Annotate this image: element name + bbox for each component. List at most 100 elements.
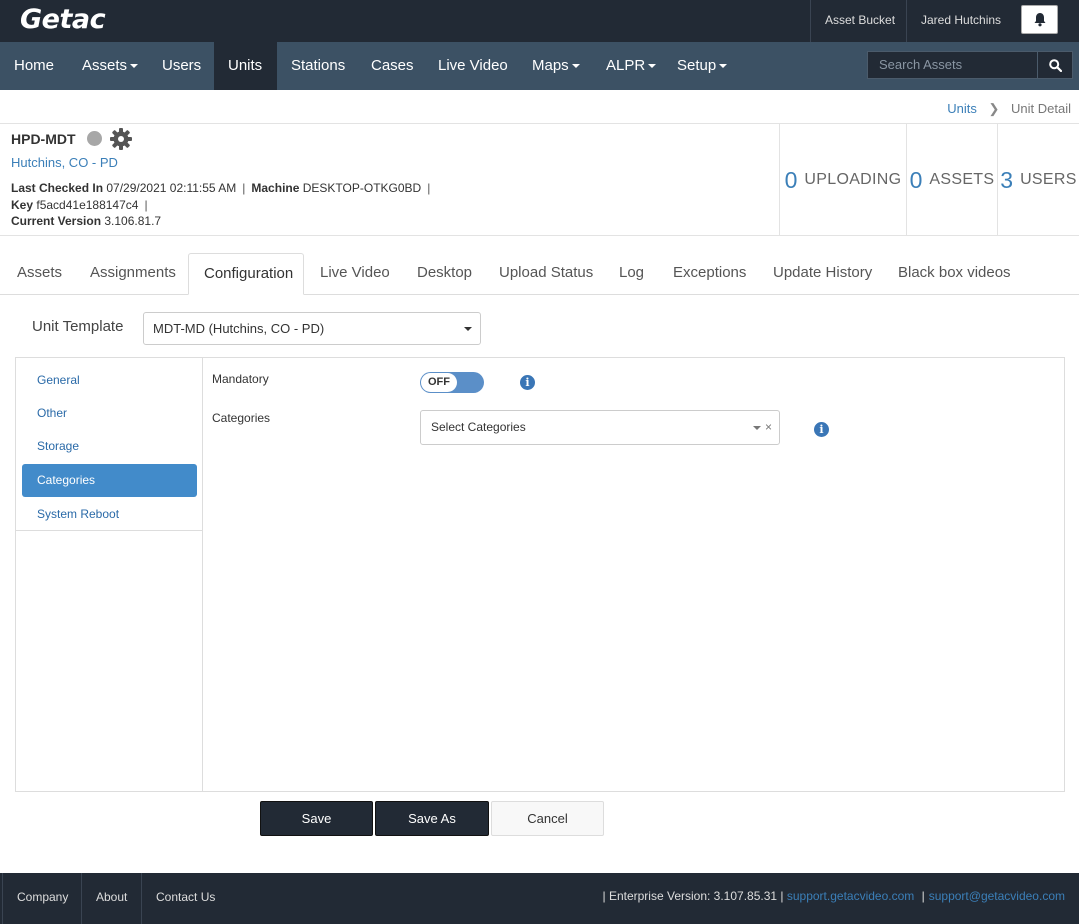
tab-upload-status[interactable]: Upload Status	[484, 253, 608, 295]
support-site-link[interactable]: support.getacvideo.com	[787, 889, 914, 903]
version-value: 3.106.81.7	[104, 214, 162, 228]
unit-meta-row-2: Key f5acd41e188147c4 |	[11, 198, 148, 212]
chevron-right-icon: ❯	[988, 101, 1000, 116]
save-as-button[interactable]: Save As	[375, 801, 489, 836]
config-side-menu: General Other Storage Categories System …	[16, 358, 203, 791]
divider	[0, 235, 1079, 236]
side-menu-storage[interactable]: Storage	[22, 430, 197, 463]
nav-stations-label: Stations	[291, 57, 346, 74]
nav-users[interactable]: Users	[148, 42, 215, 90]
nav-setup[interactable]: Setup	[663, 42, 741, 90]
key-value: f5acd41e188147c4	[36, 198, 139, 212]
key-label: Key	[11, 198, 34, 212]
mandatory-toggle-state: OFF	[421, 373, 457, 392]
chevron-down-icon	[130, 64, 139, 69]
nav-home-label: Home	[14, 57, 55, 74]
unit-template-select[interactable]: MDT-MD (Hutchins, CO - PD)	[143, 312, 481, 345]
stat-assets-label: ASSETS	[929, 171, 995, 188]
tab-assets[interactable]: Assets	[2, 253, 77, 295]
stat-users-label: USERS	[1020, 171, 1077, 188]
nav-maps[interactable]: Maps	[518, 42, 594, 90]
tab-black-box-videos[interactable]: Black box videos	[883, 253, 1026, 295]
nav-alpr[interactable]: ALPR	[592, 42, 670, 90]
stat-users-count: 3	[1000, 166, 1014, 193]
machine-value: DESKTOP-OTKG0BD	[302, 181, 422, 195]
search-button[interactable]	[1038, 51, 1073, 79]
search-icon	[1048, 58, 1062, 72]
footer-about-link[interactable]: About	[81, 873, 141, 924]
tab-log[interactable]: Log	[604, 253, 659, 295]
bell-icon	[1034, 13, 1045, 27]
nav-setup-label: Setup	[677, 57, 717, 74]
side-menu-general[interactable]: General	[22, 364, 197, 397]
breadcrumb-units-link[interactable]: Units	[947, 101, 977, 116]
nav-assets[interactable]: Assets	[68, 42, 152, 90]
search-input[interactable]: Search Assets	[867, 51, 1038, 79]
info-icon[interactable]: i	[814, 422, 829, 437]
user-name: Jared Hutchins	[921, 13, 1002, 27]
tab-live-video[interactable]: Live Video	[305, 253, 405, 295]
unit-template-label: Unit Template	[32, 318, 124, 335]
side-menu-system-reboot[interactable]: System Reboot	[22, 498, 197, 531]
stat-users[interactable]: 3 USERS	[997, 124, 1079, 236]
nav-maps-label: Maps	[532, 57, 569, 74]
tab-exceptions[interactable]: Exceptions	[658, 253, 761, 295]
nav-units[interactable]: Units	[214, 42, 277, 90]
tab-desktop[interactable]: Desktop	[402, 253, 487, 295]
nav-live-video-label: Live Video	[438, 57, 508, 74]
gear-icon[interactable]	[109, 127, 133, 151]
footer-version-info: | Enterprise Version: 3.107.85.31 | supp…	[603, 873, 1066, 919]
unit-meta-row-3: Current Version 3.106.81.7	[11, 214, 161, 228]
last-checked-value: 07/29/2021 02:11:55 AM	[106, 181, 237, 195]
unit-meta-row-1: Last Checked In 07/29/2021 02:11:55 AM | M…	[11, 181, 431, 195]
footer-company-link[interactable]: Company	[2, 873, 82, 924]
unit-location-link[interactable]: Hutchins, CO - PD	[11, 155, 118, 170]
chevron-down-icon	[648, 64, 657, 69]
nav-stations[interactable]: Stations	[277, 42, 359, 90]
stat-assets[interactable]: 0 ASSETS	[906, 124, 997, 236]
footer-contact-link[interactable]: Contact Us	[141, 873, 229, 924]
nav-units-label: Units	[228, 57, 263, 74]
stat-assets-count: 0	[909, 166, 923, 193]
footer-separator: |	[921, 889, 925, 903]
nav-users-label: Users	[162, 57, 202, 74]
tab-configuration[interactable]: Configuration	[188, 253, 304, 295]
unit-name: HPD-MDT	[11, 131, 76, 147]
clear-icon[interactable]: ×	[765, 411, 772, 444]
mandatory-label: Mandatory	[212, 372, 269, 386]
stat-uploading[interactable]: 0 UPLOADING	[779, 124, 906, 236]
notifications-button[interactable]	[1021, 5, 1058, 34]
nav-assets-label: Assets	[82, 57, 128, 74]
stat-uploading-count: 0	[784, 166, 798, 193]
machine-label: Machine	[251, 181, 300, 195]
asset-bucket-link[interactable]: Asset Bucket	[810, 0, 909, 42]
nav-alpr-label: ALPR	[606, 57, 646, 74]
enterprise-version: | Enterprise Version: 3.107.85.31 |	[602, 889, 784, 903]
last-checked-label: Last Checked In	[11, 181, 104, 195]
user-menu[interactable]: Jared Hutchins	[906, 0, 1021, 63]
save-button[interactable]: Save	[260, 801, 373, 836]
getac-logo[interactable]: Getac	[20, 4, 106, 35]
categories-select[interactable]: Select Categories ×	[420, 410, 780, 445]
info-icon[interactable]: i	[520, 375, 535, 390]
divider	[16, 530, 202, 531]
chevron-down-icon	[464, 327, 472, 331]
categories-label: Categories	[212, 411, 271, 425]
chevron-down-icon	[753, 426, 761, 430]
categories-placeholder: Select Categories	[431, 420, 526, 434]
tab-assignments[interactable]: Assignments	[75, 253, 191, 295]
cancel-button[interactable]: Cancel	[491, 801, 604, 836]
nav-live-video[interactable]: Live Video	[424, 42, 522, 90]
nav-home[interactable]: Home	[0, 42, 68, 90]
breadcrumb-current: Unit Detail	[1011, 101, 1071, 116]
breadcrumb: Units ❯ Unit Detail	[947, 101, 1071, 117]
mandatory-toggle[interactable]: OFF	[420, 372, 484, 393]
support-email-link[interactable]: support@getacvideo.com	[929, 889, 1065, 903]
nav-cases[interactable]: Cases	[357, 42, 428, 90]
side-menu-other[interactable]: Other	[22, 397, 197, 430]
footer: Company About Contact Us | Enterprise Ve…	[0, 873, 1079, 924]
side-menu-categories[interactable]: Categories	[22, 464, 197, 497]
top-bar: Getac Asset Bucket Jared Hutchins	[0, 0, 1079, 63]
tab-update-history[interactable]: Update History	[758, 253, 887, 295]
unit-template-value: MDT-MD (Hutchins, CO - PD)	[153, 321, 325, 336]
